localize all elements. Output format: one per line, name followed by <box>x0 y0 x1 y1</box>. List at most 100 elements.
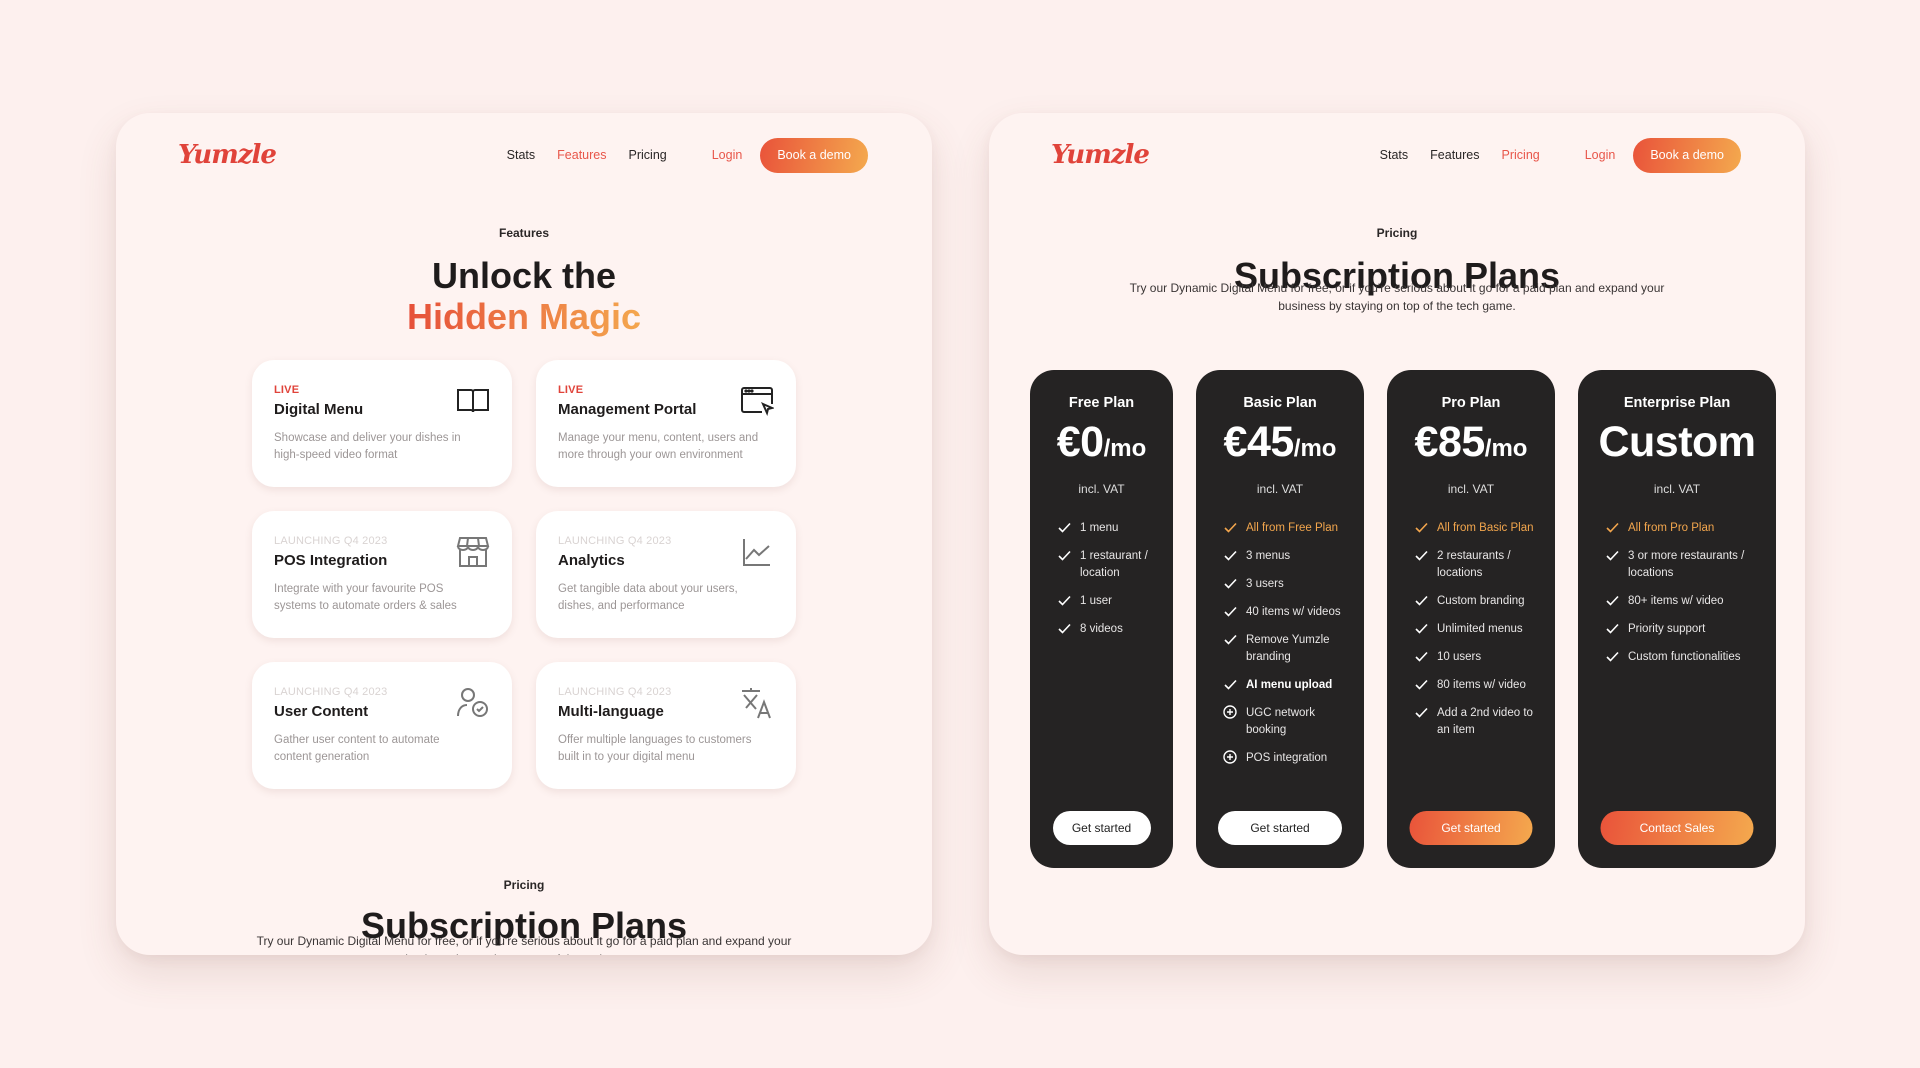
feature-desc: Get tangible data about your users, dish… <box>558 583 738 612</box>
book-demo-button[interactable]: Book a demo <box>760 137 868 173</box>
plan-feature-text: All from Basic Plan <box>1437 522 1534 534</box>
line-chart-icon <box>743 539 770 566</box>
pricing-subtitle-line1: Try our Dynamic Digital Menu for free, o… <box>1129 281 1665 295</box>
check-icon <box>1602 593 1622 610</box>
login-link[interactable]: Login <box>1585 148 1616 162</box>
feature-card-pos-integration[interactable]: LAUNCHING Q4 2023 POS Integration Integr… <box>252 511 512 638</box>
plan-feature-text: 8 videos <box>1080 623 1123 635</box>
plan-feature-text: AI menu upload <box>1246 679 1333 691</box>
get-started-button[interactable]: Get started <box>1409 811 1533 845</box>
plan-feature-item: Custom functionalities <box>1602 649 1766 666</box>
check-icon <box>1054 548 1074 582</box>
pricing-page-frame: Yumzle Stats Features Pricing Login Book… <box>989 113 1805 955</box>
get-started-button[interactable]: Get started <box>1218 811 1342 845</box>
feature-card-management-portal[interactable]: LIVE Management Portal Manage your menu,… <box>536 360 796 487</box>
hero-title-highlight: Hidden Magic <box>406 296 642 337</box>
plus-circle-icon <box>1220 750 1240 768</box>
plan-price: €0/mo <box>1056 418 1147 466</box>
plan-vat: incl. VAT <box>1078 482 1125 496</box>
nav-features[interactable]: Features <box>1430 148 1479 162</box>
plan-feature-item: Add a 2nd video to an item <box>1411 705 1545 739</box>
nav-stats[interactable]: Stats <box>507 148 536 162</box>
plan-feature-text: Priority support <box>1628 623 1706 635</box>
check-icon <box>1602 548 1622 582</box>
plan-feature-item: Custom branding <box>1411 593 1545 610</box>
section-eyebrow: Pricing <box>1376 226 1418 240</box>
yumzle-logo[interactable]: Yumzle <box>178 140 277 170</box>
get-started-button[interactable]: Get started <box>1052 811 1151 845</box>
feature-card-user-content[interactable]: LAUNCHING Q4 2023 User Content Gather us… <box>252 662 512 789</box>
plan-card-enterprise: Enterprise Plan Custom incl. VAT All fro… <box>1578 370 1776 868</box>
feature-card-multi-language[interactable]: LAUNCHING Q4 2023 Multi-language Offer m… <box>536 662 796 789</box>
plan-feature-item: 10 users <box>1411 649 1545 666</box>
book-demo-button[interactable]: Book a demo <box>1633 137 1741 173</box>
contact-sales-button[interactable]: Contact Sales <box>1600 811 1754 845</box>
check-icon <box>1411 649 1431 666</box>
check-icon <box>1220 632 1240 666</box>
plus-circle-icon <box>1220 705 1240 739</box>
check-icon <box>1411 677 1431 694</box>
plan-feature-item: 3 menus <box>1220 548 1354 565</box>
plan-feature-text: 80 items w/ video <box>1437 679 1526 691</box>
check-icon <box>1602 621 1622 638</box>
feature-desc: Gather user content to automate content … <box>274 734 440 763</box>
plan-vat: incl. VAT <box>1256 482 1304 496</box>
plan-feature-list: All from Basic Plan 2 restaurants / locat… <box>1387 520 1555 739</box>
nav-stats[interactable]: Stats <box>1380 148 1409 162</box>
features-grid: LIVE Digital Menu Showcase and deliver y… <box>252 360 797 789</box>
plan-feature-text: 3 users <box>1246 578 1284 590</box>
feature-desc: Offer multiple languages to customers bu… <box>558 734 752 763</box>
check-icon <box>1054 520 1074 537</box>
plan-feature-text: 1 menu <box>1080 522 1119 534</box>
translate-icon <box>742 688 771 719</box>
book-open-icon <box>457 389 489 413</box>
plan-card-basic: Basic Plan €45/mo incl. VAT All from Fre… <box>1196 370 1364 868</box>
yumzle-logo[interactable]: Yumzle <box>1051 140 1150 170</box>
plan-feature-list: 1 menu 1 restaurant / location 1 user 8 vid… <box>1030 520 1173 638</box>
check-icon <box>1411 548 1431 582</box>
plan-feature-item: Priority support <box>1602 621 1766 638</box>
plan-feature-item: 80+ items w/ video <box>1602 593 1766 610</box>
features-page-frame: Yumzle Stats Features Pricing Login Book… <box>116 113 932 955</box>
plan-feature-item: All from Basic Plan <box>1411 520 1545 537</box>
login-link[interactable]: Login <box>712 148 743 162</box>
navbar: Yumzle Stats Features Pricing Login Book… <box>116 137 932 173</box>
hero-title-line2: Hidden Magic <box>116 296 932 337</box>
nav-features[interactable]: Features <box>557 148 606 162</box>
plan-feature-item: 1 menu <box>1054 520 1163 537</box>
plan-feature-text: Custom branding <box>1437 595 1525 607</box>
plan-feature-item: 1 user <box>1054 593 1163 610</box>
hero-title-line1: Unlock the <box>431 255 617 296</box>
plan-feature-item: 3 users <box>1220 576 1354 593</box>
feature-card-analytics[interactable]: LAUNCHING Q4 2023 Analytics Get tangible… <box>536 511 796 638</box>
check-icon <box>1411 705 1431 739</box>
plan-card-pro: Pro Plan €85/mo incl. VAT All from Basic… <box>1387 370 1555 868</box>
plan-price: €45/mo <box>1223 418 1337 466</box>
plan-feature-list: All from Pro Plan 3 or more restaurants /… <box>1578 520 1776 666</box>
plan-feature-item: 40 items w/ videos <box>1220 604 1354 621</box>
plan-card-free: Free Plan €0/mo incl. VAT 1 menu 1 restau… <box>1030 370 1173 868</box>
plan-feature-text: UGC network booking <box>1246 707 1316 736</box>
pricing-subtitle: Try our Dynamic Digital Menu for free, o… <box>256 934 792 955</box>
plan-feature-text: 1 restaurant / location <box>1080 550 1148 579</box>
nav-pricing[interactable]: Pricing <box>629 148 667 162</box>
plan-name: Free Plan <box>1068 395 1135 411</box>
plan-feature-text: 80+ items w/ video <box>1628 595 1724 607</box>
plan-feature-text: 1 user <box>1080 595 1112 607</box>
plan-feature-item: All from Free Plan <box>1220 520 1354 537</box>
feature-card-digital-menu[interactable]: LIVE Digital Menu Showcase and deliver y… <box>252 360 512 487</box>
check-icon <box>1411 593 1431 610</box>
plan-feature-text: Custom functionalities <box>1628 651 1741 663</box>
plan-feature-text: 40 items w/ videos <box>1246 606 1341 618</box>
check-icon <box>1220 576 1240 593</box>
nav-pricing[interactable]: Pricing <box>1502 148 1540 162</box>
check-icon <box>1411 520 1431 537</box>
plan-feature-item: 8 videos <box>1054 621 1163 638</box>
plan-feature-item: 1 restaurant / location <box>1054 548 1163 582</box>
plan-feature-item: Unlimited menus <box>1411 621 1545 638</box>
plan-price: Custom <box>1598 418 1756 466</box>
plan-feature-item: 3 or more restaurants / locations <box>1602 548 1766 582</box>
plan-feature-text: 3 or more restaurants / locations <box>1628 550 1745 579</box>
check-icon <box>1602 520 1622 537</box>
plans-row: Free Plan €0/mo incl. VAT 1 menu 1 restau… <box>1030 370 1776 868</box>
